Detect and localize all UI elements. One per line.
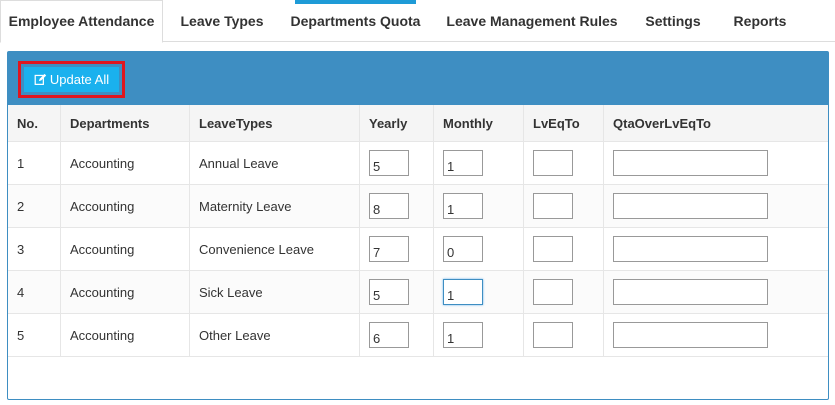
table-row: 1 Accounting Annual Leave bbox=[8, 142, 828, 185]
panel-header: Update All bbox=[8, 52, 828, 105]
qtaoverlveqto-input-container bbox=[603, 271, 828, 313]
cell-leave-type-container: Annual Leave bbox=[189, 142, 359, 184]
yearly-input[interactable] bbox=[369, 236, 409, 262]
lveqto-input[interactable] bbox=[533, 193, 573, 219]
table-row: 3 Accounting Convenience Leave bbox=[8, 228, 828, 271]
qtaoverlveqto-input[interactable] bbox=[613, 322, 768, 348]
table-row: 5 Accounting Other Leave bbox=[8, 314, 828, 357]
cell-no-container: 4 bbox=[8, 271, 60, 313]
lveqto-input[interactable] bbox=[533, 236, 573, 262]
monthly-input[interactable] bbox=[443, 236, 483, 262]
cell-department: Accounting bbox=[70, 155, 135, 171]
tab-settings[interactable]: Settings bbox=[634, 0, 712, 42]
column-header-monthly: Monthly bbox=[433, 105, 523, 141]
lveqto-input[interactable] bbox=[533, 279, 573, 305]
cell-department: Accounting bbox=[70, 327, 135, 343]
column-header-leavetypes: LeaveTypes bbox=[189, 105, 359, 141]
lveqto-input-container bbox=[523, 142, 603, 184]
cell-no-container: 2 bbox=[8, 185, 60, 227]
yearly-input-container bbox=[359, 314, 433, 356]
update-all-button[interactable]: Update All bbox=[24, 67, 119, 92]
yearly-input[interactable] bbox=[369, 322, 409, 348]
yearly-input[interactable] bbox=[369, 279, 409, 305]
lveqto-input[interactable] bbox=[533, 322, 573, 348]
cell-no: 4 bbox=[17, 284, 25, 300]
tab-employee-attendance[interactable]: Employee Attendance bbox=[0, 0, 163, 43]
cell-no: 1 bbox=[17, 155, 25, 171]
cell-department: Accounting bbox=[70, 284, 135, 300]
monthly-input-container bbox=[433, 314, 523, 356]
cell-leave-type-container: Maternity Leave bbox=[189, 185, 359, 227]
qtaoverlveqto-input[interactable] bbox=[613, 236, 768, 262]
monthly-input-container bbox=[433, 228, 523, 270]
qtaoverlveqto-input-container bbox=[603, 228, 828, 270]
column-header-no: No. bbox=[17, 115, 38, 131]
monthly-input-container bbox=[433, 185, 523, 227]
update-all-label: Update All bbox=[49, 72, 110, 87]
yearly-input-container bbox=[359, 271, 433, 313]
monthly-input-container bbox=[433, 271, 523, 313]
lveqto-input[interactable] bbox=[533, 150, 573, 176]
quota-panel: Update All No. Departments LeaveTypes Ye… bbox=[7, 51, 829, 400]
column-header-yearly: Yearly bbox=[359, 105, 433, 141]
cell-no-container: 1 bbox=[8, 142, 60, 184]
cell-leave-type: Sick Leave bbox=[199, 284, 263, 300]
column-header-departments: Departments bbox=[60, 105, 189, 141]
qtaoverlveqto-input-container bbox=[603, 314, 828, 356]
monthly-input[interactable] bbox=[443, 150, 483, 176]
cell-department-container: Accounting bbox=[60, 314, 189, 356]
cell-department-container: Accounting bbox=[60, 228, 189, 270]
edit-icon bbox=[34, 73, 47, 85]
cell-no: 3 bbox=[17, 241, 25, 257]
tab-departments-quota[interactable]: Departments Quota bbox=[285, 0, 426, 42]
qtaoverlveqto-input[interactable] bbox=[613, 150, 768, 176]
cell-leave-type: Convenience Leave bbox=[199, 241, 314, 257]
cell-no: 5 bbox=[17, 327, 25, 343]
cell-department-container: Accounting bbox=[60, 185, 189, 227]
tab-reports[interactable]: Reports bbox=[722, 0, 798, 42]
column-header-qtaoverlveqto: QtaOverLvEqTo bbox=[603, 105, 828, 141]
qtaoverlveqto-input[interactable] bbox=[613, 193, 768, 219]
yearly-input[interactable] bbox=[369, 150, 409, 176]
cell-department: Accounting bbox=[70, 241, 135, 257]
cell-no: 2 bbox=[17, 198, 25, 214]
qtaoverlveqto-input-container bbox=[603, 142, 828, 184]
lveqto-input-container bbox=[523, 228, 603, 270]
qtaoverlveqto-input[interactable] bbox=[613, 279, 768, 305]
monthly-input-container bbox=[433, 142, 523, 184]
cell-department-container: Accounting bbox=[60, 142, 189, 184]
cell-no-container: 3 bbox=[8, 228, 60, 270]
cell-no-container: 5 bbox=[8, 314, 60, 356]
column-header-lveqto: LvEqTo bbox=[523, 105, 603, 141]
yearly-input-container bbox=[359, 228, 433, 270]
tab-leave-management-rules[interactable]: Leave Management Rules bbox=[436, 0, 628, 42]
cell-department: Accounting bbox=[70, 198, 135, 214]
cell-leave-type: Maternity Leave bbox=[199, 198, 292, 214]
cell-department-container: Accounting bbox=[60, 271, 189, 313]
cell-leave-type-container: Sick Leave bbox=[189, 271, 359, 313]
cell-leave-type-container: Convenience Leave bbox=[189, 228, 359, 270]
qtaoverlveqto-input-container bbox=[603, 185, 828, 227]
table-row: 4 Accounting Sick Leave bbox=[8, 271, 828, 314]
lveqto-input-container bbox=[523, 271, 603, 313]
yearly-input-container bbox=[359, 185, 433, 227]
cell-leave-type-container: Other Leave bbox=[189, 314, 359, 356]
highlight-box: Update All bbox=[18, 61, 125, 98]
cell-leave-type: Annual Leave bbox=[199, 155, 279, 171]
table-row: 2 Accounting Maternity Leave bbox=[8, 185, 828, 228]
tab-bar: Employee Attendance Leave Types Departme… bbox=[0, 0, 835, 43]
yearly-input[interactable] bbox=[369, 193, 409, 219]
monthly-input[interactable] bbox=[443, 322, 483, 348]
lveqto-input-container bbox=[523, 314, 603, 356]
tab-leave-types[interactable]: Leave Types bbox=[163, 0, 281, 42]
table-header-row: No. Departments LeaveTypes Yearly Monthl… bbox=[8, 105, 828, 142]
lveqto-input-container bbox=[523, 185, 603, 227]
yearly-input-container bbox=[359, 142, 433, 184]
monthly-input[interactable] bbox=[443, 193, 483, 219]
monthly-input[interactable] bbox=[443, 279, 483, 305]
cell-leave-type: Other Leave bbox=[199, 327, 271, 343]
